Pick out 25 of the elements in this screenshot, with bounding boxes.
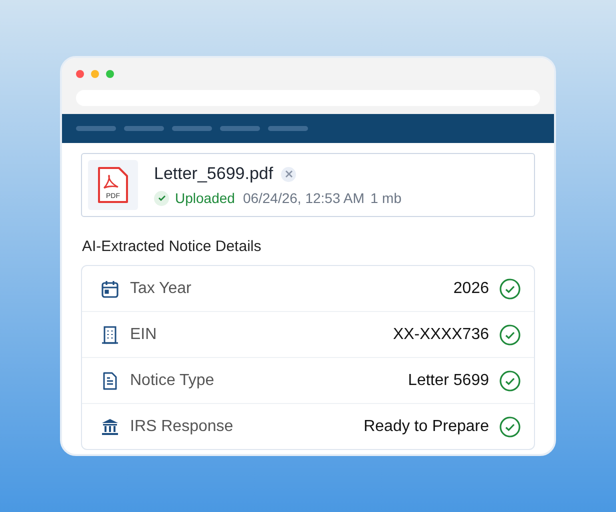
nav-placeholder	[76, 126, 116, 131]
building-icon	[100, 324, 120, 344]
field-value: XX-XXXX736	[392, 326, 489, 344]
bank-icon	[100, 416, 120, 436]
file-name: Letter_5699.pdf	[154, 164, 274, 184]
close-icon[interactable]	[76, 70, 84, 78]
close-icon[interactable]	[281, 166, 296, 182]
nav-placeholder	[268, 126, 308, 131]
field-label: IRS Response	[130, 418, 234, 436]
field-value: Ready to Prepare	[364, 418, 489, 436]
upload-status: Uploaded	[175, 190, 235, 206]
section-title: AI-Extracted Notice Details	[82, 238, 262, 255]
nav-placeholder	[172, 126, 212, 131]
maximize-icon[interactable]	[106, 70, 114, 78]
file-size: 1 mb	[370, 190, 402, 206]
field-label: Tax Year	[130, 280, 192, 298]
minimize-icon[interactable]	[91, 70, 99, 78]
field-value: 2026	[453, 280, 489, 298]
field-value: Letter 5699	[408, 372, 489, 390]
nav-placeholder	[124, 126, 164, 131]
field-label: Notice Type	[130, 372, 216, 390]
nav-placeholder	[220, 126, 260, 131]
field-label: EIN	[130, 326, 158, 344]
upload-timestamp: 06/24/26, 12:53 AM	[242, 190, 364, 206]
calendar-icon	[100, 278, 120, 298]
